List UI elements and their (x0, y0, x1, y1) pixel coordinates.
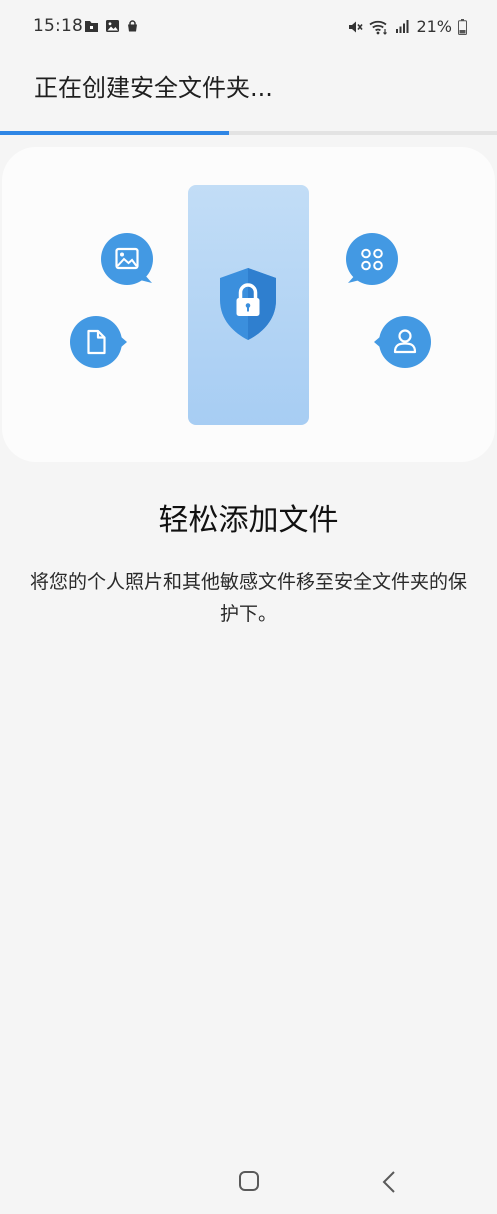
description: 将您的个人照片和其他敏感文件移至安全文件夹的保护下。 (29, 571, 467, 625)
status-time: 15:18 (33, 16, 83, 36)
image-icon (106, 20, 119, 32)
page-title: 正在创建安全文件夹... (34, 74, 273, 102)
battery-icon (458, 18, 467, 35)
progress-bar-fill (0, 131, 229, 135)
person-bubble-icon (374, 316, 431, 368)
apps-grid-bubble-icon (346, 233, 398, 285)
image-bubble-icon (101, 233, 153, 285)
status-left-icons (84, 19, 139, 33)
status-right-icons: 21% (347, 17, 467, 36)
shield-lock-icon (220, 268, 276, 340)
signal-icon (396, 20, 409, 33)
progress-bar (0, 131, 497, 135)
status-bar: 15:18 21% (0, 0, 497, 54)
headline: 轻松添加文件 (158, 503, 339, 538)
battery-percent: 21% (416, 17, 452, 36)
wifi-icon (369, 20, 388, 35)
file-bubble-icon (70, 316, 127, 368)
home-icon[interactable] (239, 1171, 259, 1191)
mute-icon (349, 21, 364, 32)
phone-illustration (188, 185, 309, 425)
back-icon[interactable] (381, 1170, 397, 1194)
folder-icon (85, 21, 98, 32)
illustration-card (2, 147, 495, 462)
shopping-bag-icon (128, 19, 137, 31)
